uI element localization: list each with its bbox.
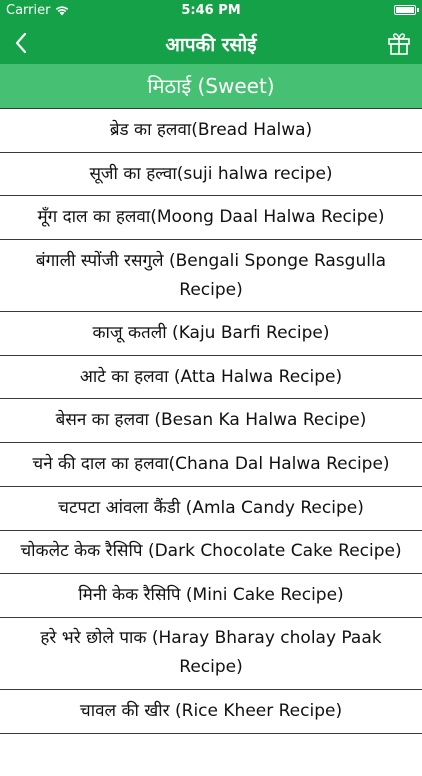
list-item[interactable]: मिनी केक रैसिपि (Mini Cake Recipe) [0,573,422,617]
list-item-label: बंगाली स्पोंजी रसगुले (Bengali Sponge Ra… [35,250,387,300]
list-item[interactable] [0,732,422,776]
battery-icon [394,5,419,15]
list-item[interactable]: बेसन का हलवा (Besan Ka Halwa Recipe) [0,398,422,442]
list-item[interactable]: हरे भरे छोले पाक (Haray Bharay cholay Pa… [0,616,422,689]
list-item[interactable]: चोकलेट केक रैसिपि (Dark Chocolate Cake R… [0,529,422,574]
list-item-label: बेसन का हलवा (Besan Ka Halwa Recipe) [55,410,367,431]
status-bar: Carrier 5:46 PM [0,0,422,22]
list-item-label: मिनी केक रैसिपि (Mini Cake Recipe) [78,585,344,606]
section-header-sweet: मिठाई (Sweet) [0,64,422,108]
list-item-label: चने की दाल का हलवा(Chana Dal Halwa Recip… [32,453,390,474]
list-item[interactable]: चावल की खीर (Rice Kheer Recipe) [0,688,422,733]
app-header: Carrier 5:46 PM आपकी रसोई [0,0,422,64]
list-item-label: मूँग दाल का हलवा(Moong Daal Halwa Recipe… [37,207,385,228]
list-item-label: ब्रेड का हलवा(Bread Halwa) [109,119,313,140]
list-item[interactable]: आटे का हलवा (Atta Halwa Recipe) [0,354,422,399]
list-item-label: चावल की खीर (Rice Kheer Recipe) [79,700,343,721]
list-item[interactable]: चने की दाल का हलवा(Chana Dal Halwa Recip… [0,442,422,486]
navigation-bar: आपकी रसोई [0,22,422,64]
list-item[interactable]: बंगाली स्पोंजी रसगुले (Bengali Sponge Ra… [0,239,422,311]
list-item-label: आटे का हलवा (Atta Halwa Recipe) [79,366,343,387]
list-item-label: सूजी का हल्वा(suji halwa recipe) [89,163,333,184]
gift-icon[interactable] [386,29,412,57]
list-item[interactable]: काजू कतली (Kaju Barfi Recipe) [0,311,422,355]
recipe-list: ब्रेड का हलवा(Bread Halwa) सूजी का हल्वा… [0,108,422,776]
list-item[interactable]: ब्रेड का हलवा(Bread Halwa) [0,108,422,152]
clock: 5:46 PM [181,3,241,18]
list-item[interactable]: मूँग दाल का हलवा(Moong Daal Halwa Recipe… [0,195,422,239]
page-title: आपकी रसोई [165,34,257,56]
list-item-label: चटपटा आंवला कैंडी (Amla Candy Recipe) [58,497,364,518]
list-item-label: चोकलेट केक रैसिपि (Dark Chocolate Cake R… [20,541,402,562]
list-item[interactable]: चटपटा आंवला कैंडी (Amla Candy Recipe) [0,485,422,530]
list-item-label: हरे भरे छोले पाक (Haray Bharay cholay Pa… [40,628,382,678]
list-item[interactable]: सूजी का हल्वा(suji halwa recipe) [0,151,422,196]
list-item-label: काजू कतली (Kaju Barfi Recipe) [92,322,330,343]
